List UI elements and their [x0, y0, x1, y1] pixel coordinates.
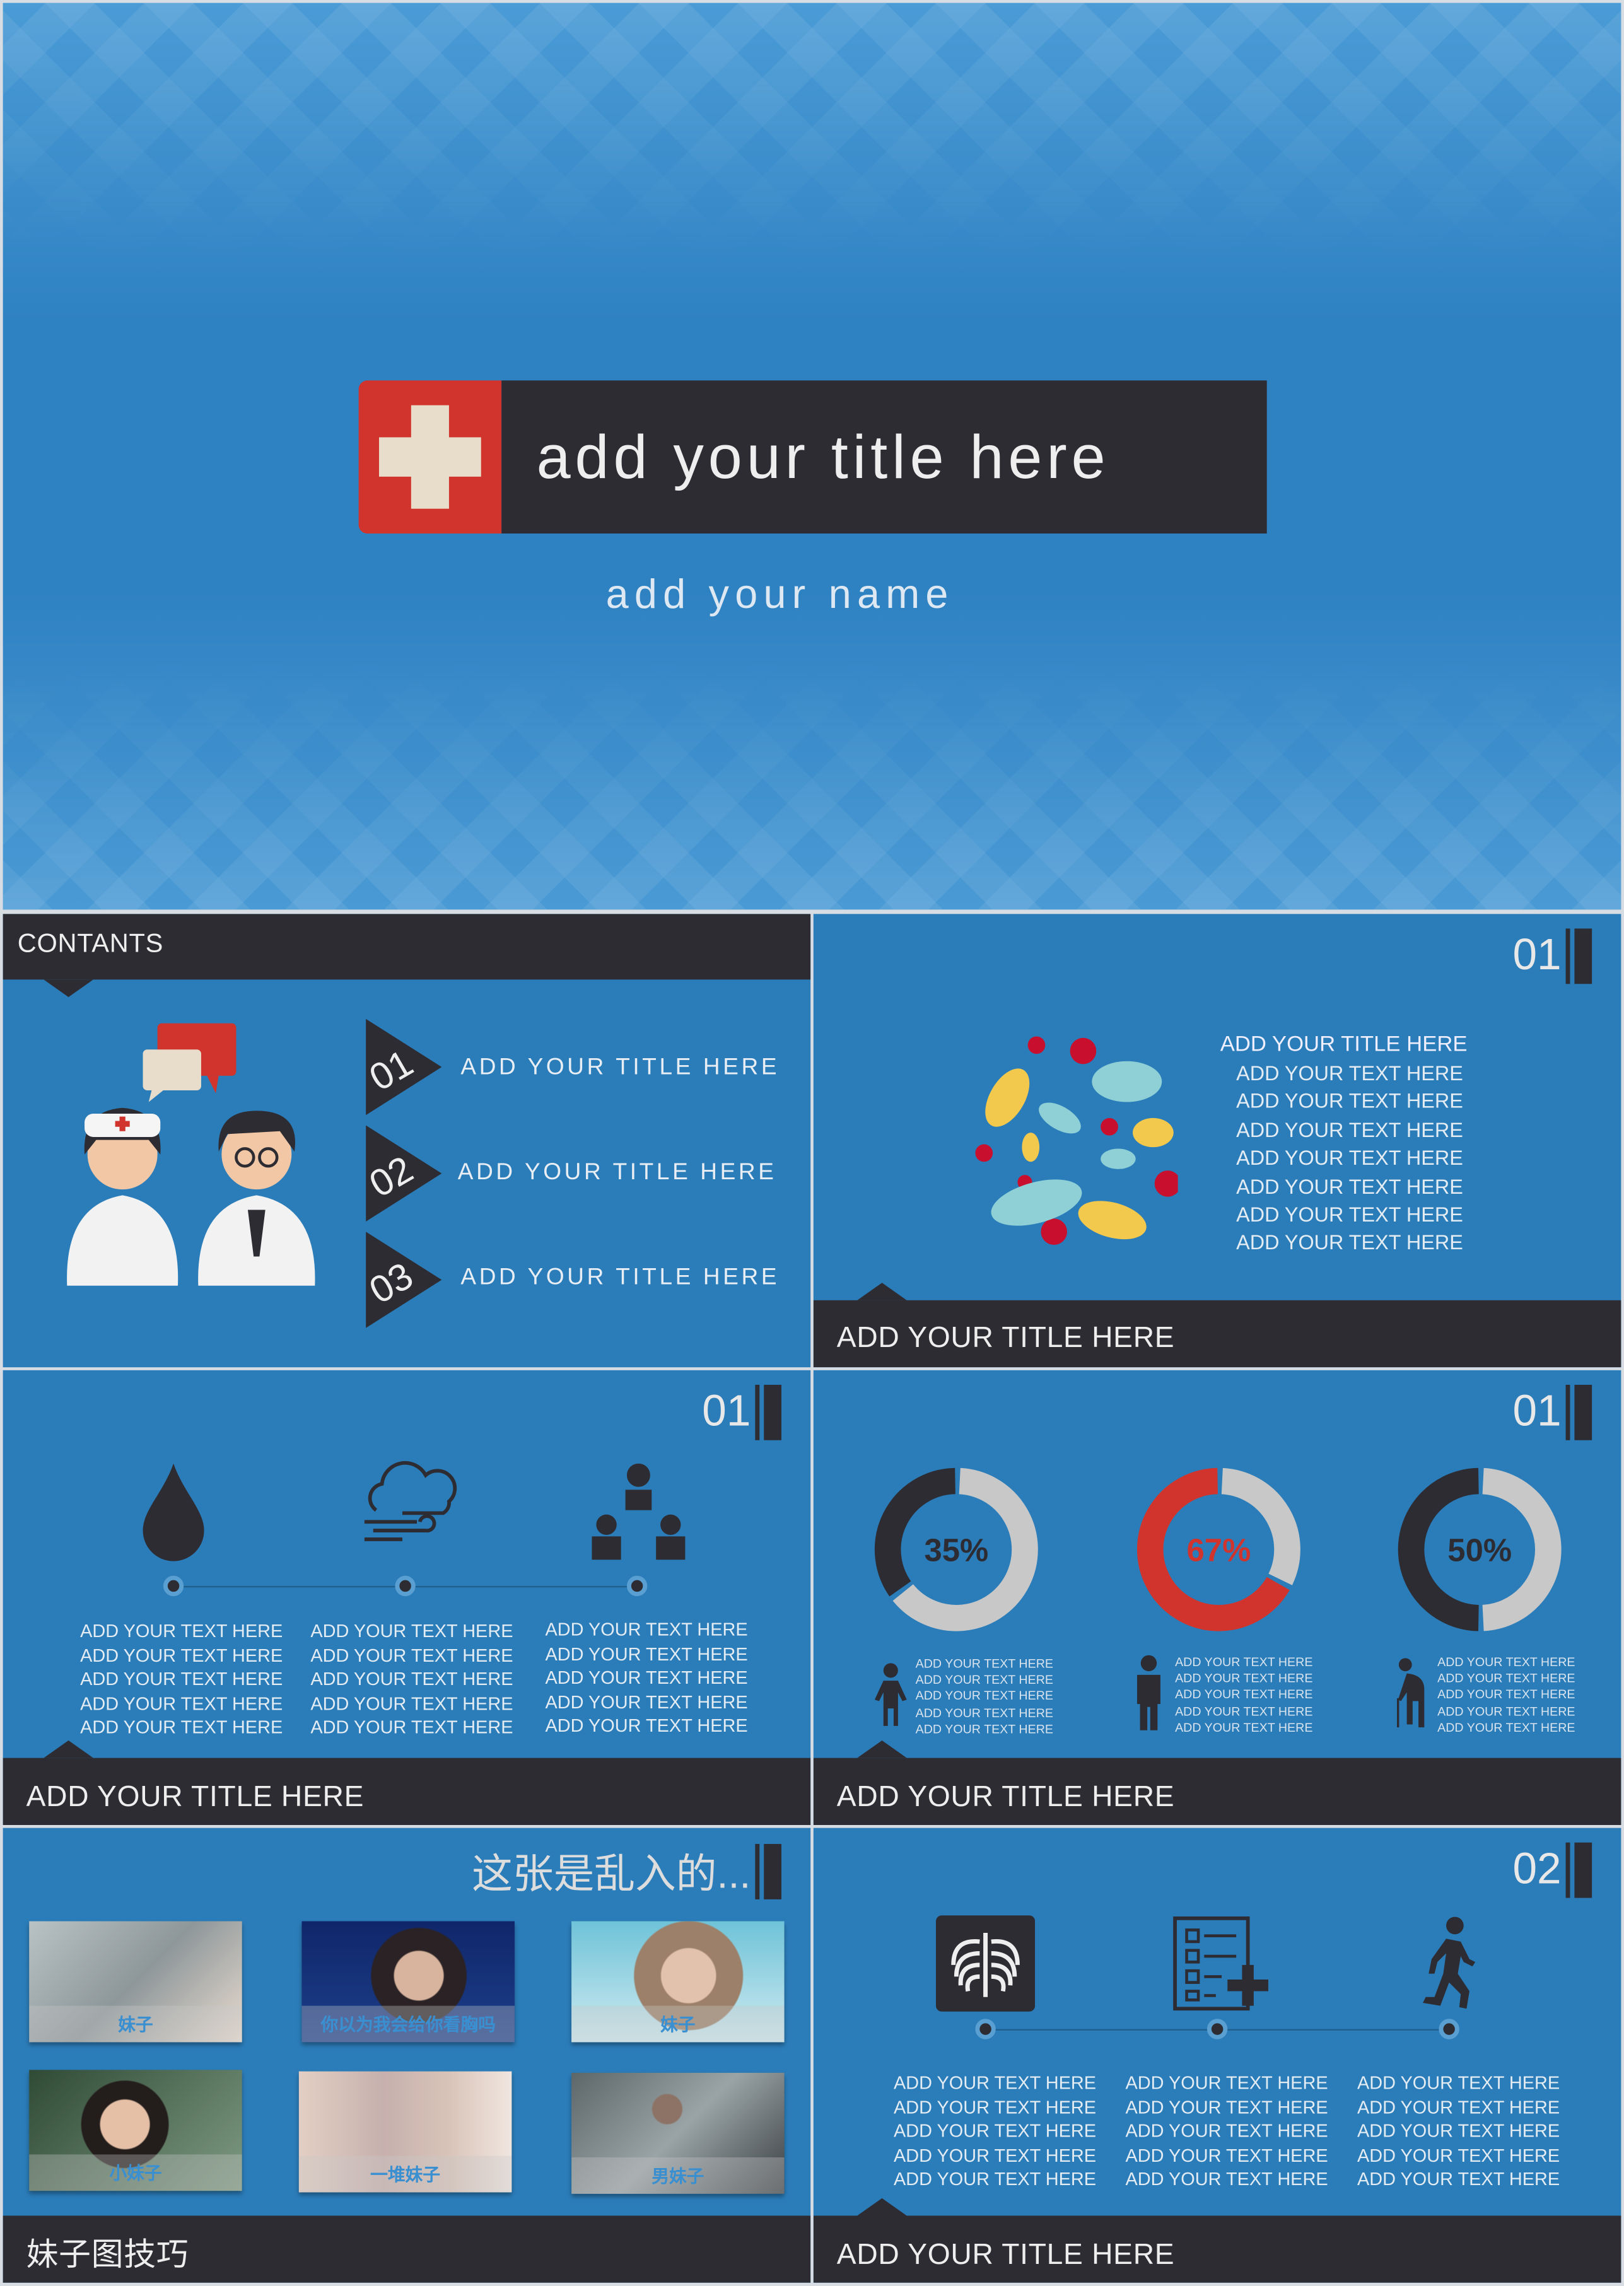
contents-slide[interactable]: CONTANTS 01 ADD YOUR TITLE HERE 02 ADD YOU… [3, 914, 811, 1368]
elderly-cane-icon [1396, 1658, 1425, 1728]
timeline-dot[interactable] [975, 2019, 996, 2039]
germs-text: ADD YOUR TEXT HERE ADD YOUR TEXT HERE ADD … [1236, 1061, 1463, 1254]
photo-6[interactable]: 男妹子 [571, 2072, 785, 2194]
footer-title: ADD YOUR TITLE HERE [813, 1300, 1621, 1368]
photos-slide[interactable]: 这张是乱入的... 妹子 你以为我会给你看胸吗 妹子 小妹子 一堆妹子 男妹子 … [3, 1828, 811, 2283]
photo-1[interactable]: 妹子 [29, 1921, 242, 2043]
donut-charts: 35% 67% 50% [874, 1467, 1562, 1631]
donut-3: 50% [1398, 1467, 1562, 1631]
donut-2: 67% [1136, 1467, 1300, 1631]
nurse-doctor-illustration [67, 1023, 315, 1286]
photo-5[interactable]: 一堆妹子 [298, 2071, 512, 2193]
slide-number: 01 [1512, 928, 1592, 984]
photo-4[interactable]: 小妹子 [29, 2070, 242, 2191]
walking-person-icon [1423, 1916, 1476, 2009]
slide-number: 这张是乱入的... [472, 1843, 781, 1901]
text-column-3: ADD YOUR TEXT HERE ADD YOUR TEXT HERE ADD … [545, 1619, 748, 1737]
checklist-plus-icon [1173, 1916, 1269, 2011]
child-icon [874, 1663, 907, 1726]
text-column-3: ADD YOUR TEXT HERE ADD YOUR TEXT HERE ADD … [1357, 2072, 1560, 2190]
photo-3[interactable]: 妹子 [571, 1921, 785, 2043]
timeline-dot[interactable] [1206, 2019, 1228, 2039]
cover-title[interactable]: add your title here [537, 423, 1110, 493]
footer-title: ADD YOUR TITLE HERE [813, 1758, 1621, 1825]
donut-label: 50% [1447, 1532, 1512, 1568]
germs-heading: ADD YOUR TITLE HERE [1220, 1032, 1468, 1057]
people-group-icon [592, 1463, 686, 1560]
timeline-dot[interactable] [395, 1575, 416, 1597]
man-icon [1136, 1655, 1160, 1730]
slide-number: 01 [702, 1384, 781, 1440]
medical-cross-icon [358, 380, 502, 534]
diamond-pattern-bottom [3, 654, 1621, 910]
donut-text-3: ADD YOUR TEXT HERE ADD YOUR TEXT HERE ADD … [1437, 1654, 1575, 1735]
germs-illustration [975, 1036, 1178, 1245]
text-column-2: ADD YOUR TEXT HERE ADD YOUR TEXT HERE ADD … [310, 1621, 513, 1739]
contents-header: CONTANTS [3, 914, 811, 980]
text-column-1: ADD YOUR TEXT HERE ADD YOUR TEXT HERE ADD … [80, 1621, 283, 1739]
timeline-dot[interactable] [626, 1575, 648, 1597]
footer-title: ADD YOUR TITLE HERE [813, 2215, 1621, 2283]
xray-ribcage-icon [935, 1915, 1036, 2012]
cover-slide[interactable]: add your title here add your name [3, 3, 1621, 910]
donut-label: 35% [924, 1532, 988, 1568]
text-column-2: ADD YOUR TEXT HERE ADD YOUR TEXT HERE ADD … [1125, 2072, 1328, 2190]
timeline-slide-1[interactable]: 01 ADD YOUR TEXT HERE ADD YOUR TEXT HERE A… [3, 1370, 811, 1825]
donut-label: 67% [1187, 1532, 1251, 1568]
photo-2[interactable]: 你以为我会给你看胸吗 [301, 1921, 515, 2043]
timeline-dot[interactable] [1439, 2019, 1459, 2039]
diamond-pattern-top [3, 3, 1621, 259]
slide-number: 02 [1512, 1842, 1592, 1898]
donut-text-2: ADD YOUR TEXT HERE ADD YOUR TEXT HERE ADD … [1175, 1654, 1313, 1735]
footer-title: ADD YOUR TITLE HERE [3, 1758, 811, 1825]
germs-slide[interactable]: 01 ADD YOUR TITLE HERE ADD YOUR TEXT HER… [813, 914, 1621, 1368]
timeline-dot[interactable] [163, 1575, 184, 1597]
cover-name[interactable]: add your name [3, 571, 1557, 618]
donut-slide[interactable]: 01 35% 67% 50% ADD YOUR TEXT HERE ADD YOUR … [813, 1370, 1621, 1825]
donut-text-1: ADD YOUR TEXT HERE ADD YOUR TEXT HERE ADD … [915, 1655, 1053, 1736]
donut-1: 35% [874, 1467, 1038, 1631]
water-drop-icon [143, 1463, 204, 1561]
footer-title: 妹子图技巧 [3, 2215, 811, 2283]
text-column-1: ADD YOUR TEXT HERE ADD YOUR TEXT HERE ADD … [893, 2072, 1097, 2190]
cloud-wind-icon [364, 1461, 457, 1541]
timeline-slide-2[interactable]: 02 ADD YOUR TEXT HERE ADD YOUR TEXT HERE A… [813, 1828, 1621, 2283]
